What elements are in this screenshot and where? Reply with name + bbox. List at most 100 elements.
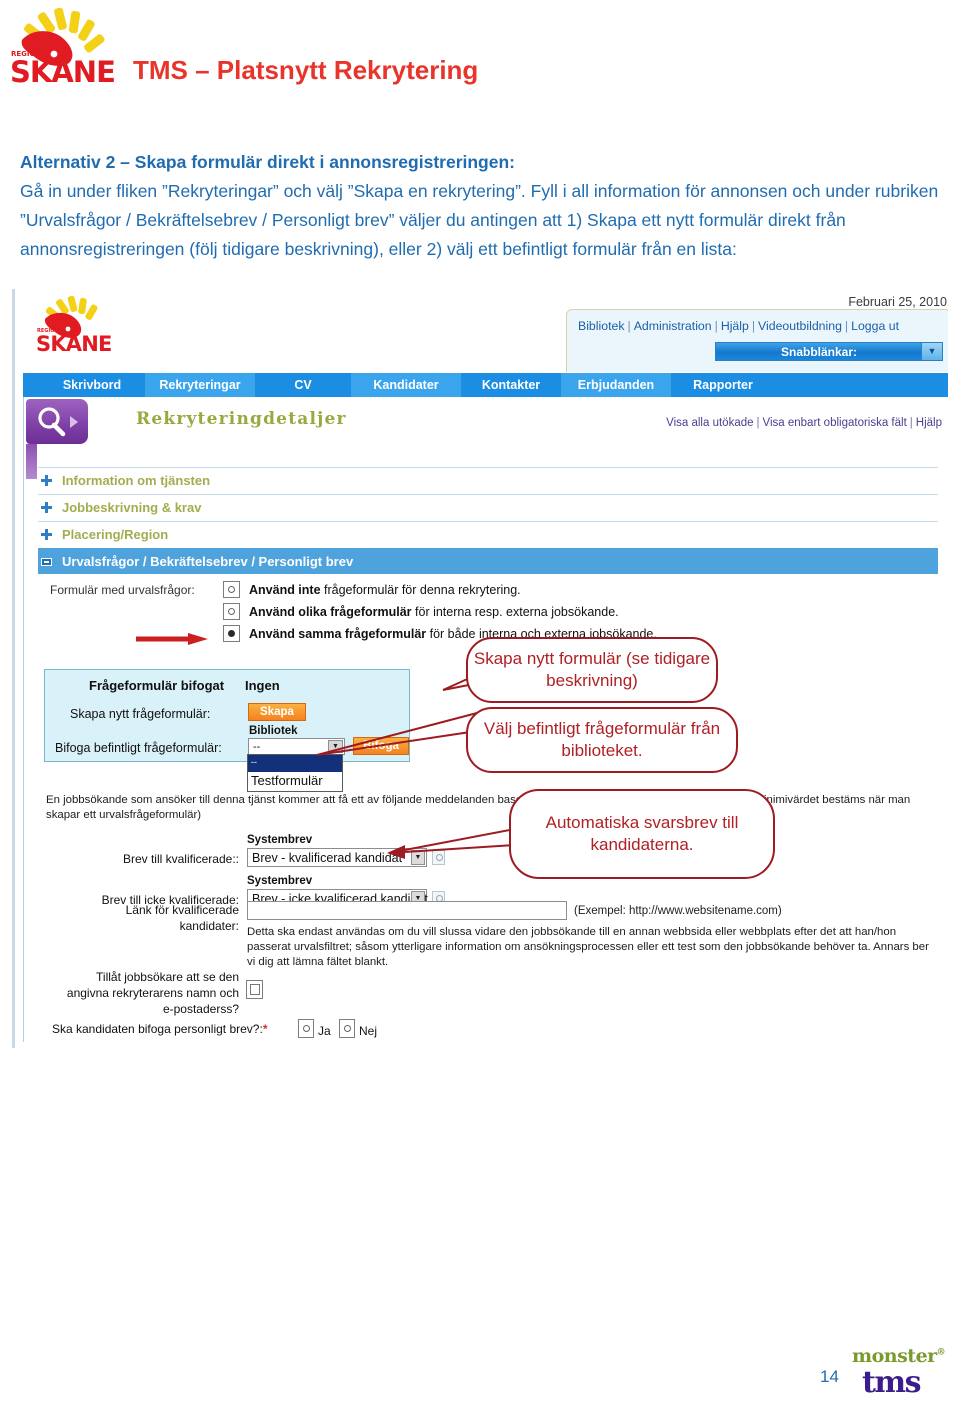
utility-panel: Bibliotek | Administration | Hjälp | Videoutbi…: [566, 309, 948, 372]
annotation-arrow-icon: [136, 633, 208, 645]
section-accordion: Information om tjänsten Jobbeskrivning &…: [38, 467, 938, 574]
util-link-logga-ut[interactable]: Logga ut: [851, 319, 899, 333]
callout-text: Skapa nytt formulär (se tidigare beskriv…: [473, 649, 711, 690]
util-link-hjalp[interactable]: Hjälp: [721, 319, 749, 333]
registered-mark: ®: [936, 1347, 946, 1358]
cover-letter-yes-label: Ja: [318, 1024, 331, 1038]
link-show-required-only[interactable]: Visa enbart obligatoriska fält: [763, 417, 907, 429]
link-separator: |: [751, 319, 756, 333]
tab-kontakter[interactable]: Kontakter: [461, 373, 561, 397]
link-field-label: Länk för kvalificerade kandidater:: [125, 903, 239, 933]
app-header: Februari 25, 2010 REGION SKANE Bibliotek…: [23, 289, 948, 373]
required-marker: *: [262, 1022, 268, 1036]
chevron-down-icon[interactable]: ▼: [921, 343, 942, 360]
radio-button-selected[interactable]: [223, 625, 240, 642]
cover-letter-yes-radio[interactable]: [298, 1019, 314, 1038]
util-link-videoutbildning[interactable]: Videoutbildning: [758, 319, 842, 333]
embedded-screenshot: Februari 25, 2010 REGION SKANE Bibliotek…: [12, 289, 948, 1048]
radio-button[interactable]: [223, 603, 240, 620]
tab-rapporter[interactable]: Rapporter: [671, 373, 775, 397]
tab-cv[interactable]: CV: [255, 373, 351, 397]
util-link-bibliotek[interactable]: Bibliotek: [578, 319, 624, 333]
page-title: TMS – Platsnytt Rekrytering: [133, 55, 479, 85]
quicklinks-dropdown[interactable]: Snabblänkar: ▼: [715, 342, 943, 361]
accordion-item-information-om-tjansten[interactable]: Information om tjänsten: [38, 467, 938, 494]
intro-body: Gå in under fliken ”Rekryteringar” och v…: [20, 181, 939, 259]
radio-dot: [228, 586, 235, 593]
chevron-right-icon: [70, 416, 78, 428]
radio-group-caption: Formulär med urvalsfrågor:: [50, 583, 195, 597]
radio-dot-checked: [228, 630, 235, 637]
plus-icon: [41, 475, 52, 486]
radio-dot: [303, 1025, 310, 1032]
minus-icon: [41, 558, 52, 566]
link-field-description: Detta ska endast användas om du vill slu…: [247, 926, 929, 968]
app-region-skane-logo: REGION SKANE: [35, 295, 115, 363]
app-logo-skane-word: SKANE: [36, 332, 112, 356]
intro-heading: Alternativ 2 – Skapa formulär direkt i a…: [20, 152, 515, 172]
tab-erbjudanden[interactable]: Erbjudanden: [561, 373, 671, 397]
panel-heading: Rekryteringdetaljer: [136, 409, 347, 429]
link-input[interactable]: [247, 901, 567, 920]
link-help[interactable]: Hjälp: [916, 417, 942, 429]
dropdown-option-testformular[interactable]: Testformulär: [248, 772, 342, 791]
tms-logo: tms: [862, 1365, 922, 1400]
radio-label: Använd inte frågeformulär för denna rekr…: [249, 583, 521, 597]
radio-label: Använd olika frågeformulär för interna r…: [249, 605, 619, 619]
bibliotek-select-value: --: [253, 741, 261, 753]
accordion-item-placering-region[interactable]: Placering/Region: [38, 521, 938, 548]
monster-wordmark: monster: [852, 1345, 937, 1367]
region-skane-logo: REGION SKANE: [8, 6, 118, 98]
accordion-item-jobbeskrivning-krav[interactable]: Jobbeskrivning & krav: [38, 494, 938, 521]
accordion-label: Placering/Region: [62, 527, 169, 542]
accordion-label: Jobbeskrivning & krav: [62, 500, 202, 515]
minimum-score-description: En jobbsökande som ansöker till denna tj…: [46, 794, 911, 821]
tab-skrivbord[interactable]: Skrivbord: [39, 373, 145, 397]
systembrev-label-unqualified: Systembrev: [247, 875, 313, 887]
attach-form-label: Bifoga befintligt frågeformulär:: [55, 741, 222, 755]
allow-recruiter-label: Tillåt jobbsökare att se den angivna rek…: [66, 970, 239, 1016]
tab-rekryteringar[interactable]: Rekryteringar: [145, 373, 255, 397]
current-date: Februari 25, 2010: [848, 295, 947, 309]
plus-icon: [41, 502, 52, 513]
callout-automatiska-svarsbrev: Automatiska svarsbrev till kandidaterna.: [509, 789, 775, 879]
cover-letter-label-text: Ska kandidaten bifoga personligt brev?:: [52, 1022, 263, 1036]
radio-label-bold: Använd olika frågeformulär: [249, 605, 412, 619]
cover-letter-label: Ska kandidaten bifoga personligt brev?:*: [52, 1022, 267, 1036]
accordion-label: Urvalsfrågor / Bekräftelsebrev / Personl…: [62, 554, 354, 569]
tab-kandidater[interactable]: Kandidater: [351, 373, 461, 397]
monster-logo: monster®: [852, 1345, 946, 1367]
quicklinks-label: Snabblänkar:: [780, 345, 858, 359]
link-separator: |: [909, 417, 913, 429]
utility-links: Bibliotek | Administration | Hjälp | Videoutbi…: [578, 319, 899, 333]
systembrev-label-qualified: Systembrev: [247, 834, 313, 846]
cover-letter-no-radio[interactable]: [339, 1019, 355, 1038]
attached-form-label: Frågeformulär bifogat: [89, 678, 225, 693]
main-navigation-tabs: Skrivbord Rekryteringar CV Kandidater Ko…: [23, 373, 948, 397]
radio-label-bold: Använd inte: [249, 583, 321, 597]
link-example-text: (Exempel: http://www.websitename.com): [574, 905, 782, 917]
radio-button[interactable]: [223, 581, 240, 598]
link-separator: |: [627, 319, 631, 333]
page-number: 14: [820, 1367, 839, 1386]
skapa-button[interactable]: Skapa: [248, 703, 306, 721]
link-separator: |: [756, 417, 760, 429]
logo-skane-word: SKANE: [10, 55, 116, 89]
accordion-item-urvalsfragor[interactable]: Urvalsfrågor / Bekräftelsebrev / Personl…: [38, 548, 938, 574]
bibliotek-label: Bibliotek: [249, 725, 298, 737]
letter-label-qualified: Brev till kvalificerade::: [122, 852, 239, 866]
callout-skapa-nytt-formular: Skapa nytt formulär (se tidigare beskriv…: [466, 637, 718, 703]
cover-letter-no-label: Nej: [359, 1024, 378, 1038]
link-show-all-extended[interactable]: Visa alla utökade: [666, 417, 753, 429]
create-form-label: Skapa nytt frågeformulär:: [70, 707, 211, 721]
callout-text: Automatiska svarsbrev till kandidaterna.: [545, 813, 739, 854]
document-header: REGION SKANE TMS – Platsnytt Rekrytering: [0, 0, 960, 118]
radio-label-rest: för interna resp. externa jobsökande.: [411, 605, 619, 619]
radio-dot: [344, 1025, 351, 1032]
search-icon: [38, 407, 66, 437]
purple-ribbon-stem: [26, 444, 37, 479]
util-link-administration[interactable]: Administration: [634, 319, 712, 333]
allow-recruiter-checkbox[interactable]: [246, 980, 263, 999]
callout-valj-befintligt: Välj befintligt frågeformulär från bibli…: [466, 707, 738, 773]
link-separator: |: [844, 319, 849, 333]
